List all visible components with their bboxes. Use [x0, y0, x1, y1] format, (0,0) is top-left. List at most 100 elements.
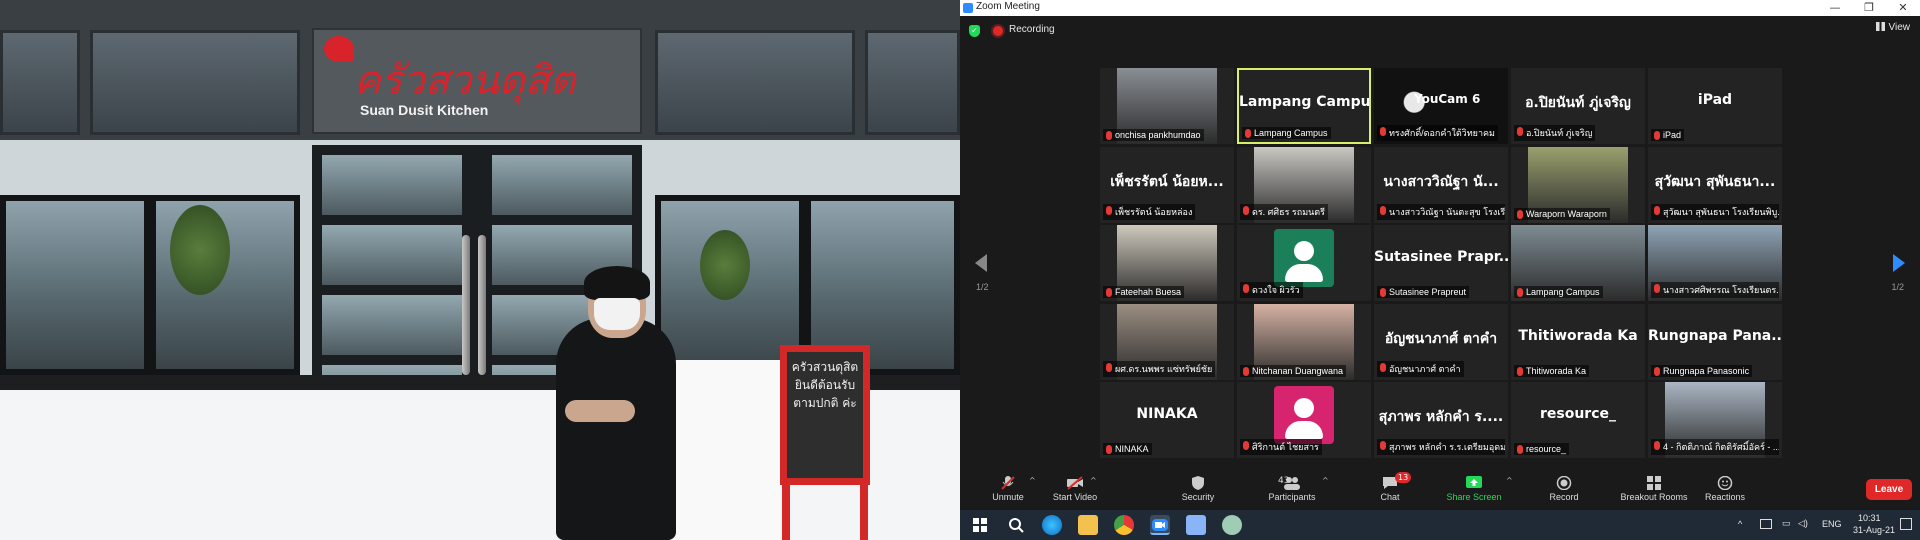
input-language[interactable]: ENG — [1822, 519, 1842, 529]
muted-mic-icon — [1517, 445, 1523, 454]
edge-browser-icon[interactable] — [1042, 515, 1062, 535]
participant-tile[interactable]: ผศ.ดร.นพพร แซ่ทรัพย์ชัย — [1100, 303, 1234, 380]
muted-mic-icon — [1654, 131, 1660, 140]
participant-label: onchisa pankhumdao — [1103, 129, 1204, 141]
share-screen-button[interactable]: Share Screen — [1444, 468, 1504, 508]
participant-name: Rungnapa Pana... — [1648, 327, 1782, 344]
participant-tile[interactable]: Nitchanan Duangwana — [1237, 303, 1371, 380]
muted-mic-icon — [1654, 205, 1660, 215]
close-button[interactable]: ✕ — [1886, 0, 1920, 16]
participant-tile[interactable]: สุภาพร หลักคำ ร.... สุภาพร หลักคำ ร.ร.เตร… — [1374, 382, 1508, 458]
record-button[interactable]: Record — [1544, 468, 1584, 508]
participant-tile[interactable]: Fateehah Buesa — [1100, 225, 1234, 301]
chat-unread-badge: 13 — [1395, 472, 1412, 483]
reactions-button[interactable]: Reactions — [1700, 468, 1750, 508]
start-video-button[interactable]: Start Video — [1040, 468, 1110, 508]
start-windows-icon[interactable] — [970, 515, 990, 535]
security-button[interactable]: Security — [1172, 468, 1224, 508]
muted-mic-icon — [1517, 127, 1523, 136]
participant-label: Rungnapa Panasonic — [1651, 364, 1753, 377]
participant-tile[interactable]: Waraporn Waraporn — [1511, 146, 1645, 223]
next-page-icon[interactable] — [1893, 254, 1905, 272]
file-explorer-icon[interactable] — [1078, 515, 1098, 535]
participant-label: ศิริกานต์ ไชยสาร — [1240, 439, 1322, 455]
participant-label: 4 - กิตติภาณ์ กิตติรัศมิ์อัคร์ - ... — [1651, 439, 1779, 455]
participant-name: สุวัฒนา สุพันธนา... — [1654, 173, 1776, 190]
unmute-button[interactable]: Unmute — [980, 468, 1036, 508]
participant-tile[interactable]: เพ็ชรรัตน์ น้อยห... เพ็ชรรัตน์ น้อยหล่อง — [1100, 146, 1234, 223]
participant-tile[interactable]: onchisa pankhumdao — [1100, 68, 1234, 144]
participant-tile[interactable]: ศิริกานต์ ไชยสาร — [1237, 382, 1371, 458]
audio-options-caret[interactable]: ^ — [1029, 476, 1036, 485]
muted-mic-icon — [1243, 441, 1249, 450]
participant-tile[interactable]: Lampang Campus — [1511, 225, 1645, 301]
participant-tile[interactable]: 4 - กิตติภาณ์ กิตติรัศมิ์อัคร์ - ... — [1648, 382, 1782, 458]
participant-tile[interactable]: นางสาววิณัฐา นั... นางสาววิณัฐา นันตะสุข … — [1374, 146, 1508, 223]
breakout-rooms-button[interactable]: Breakout Rooms — [1616, 468, 1692, 508]
muted-mic-icon — [1380, 127, 1386, 136]
muted-mic-icon — [1654, 284, 1660, 293]
title-bar: Zoom Meeting — ❐ ✕ — [960, 0, 1920, 16]
volume-icon[interactable]: ◁) — [1798, 518, 1808, 529]
encryption-shield-icon[interactable]: ✓ — [969, 25, 980, 37]
notifications-icon[interactable] — [1900, 518, 1912, 530]
share-options-caret[interactable]: ^ — [1506, 476, 1513, 485]
participant-tile[interactable]: iPad iPad — [1648, 68, 1782, 144]
muted-mic-icon — [1243, 366, 1249, 376]
recording-icon — [993, 26, 1003, 36]
clock-date[interactable]: 31-Aug-21 — [1853, 525, 1895, 535]
search-icon[interactable] — [1006, 515, 1026, 535]
front-window — [0, 195, 150, 375]
video-options-caret[interactable]: ^ — [1090, 476, 1097, 485]
front-window — [150, 195, 300, 375]
participant-tile[interactable]: Rungnapa Pana... Rungnapa Panasonic — [1648, 303, 1782, 380]
muted-mic-icon — [1517, 366, 1523, 376]
battery-icon[interactable]: ▭ — [1782, 518, 1791, 529]
participant-label: ดวงใจ ผิวรัว — [1240, 282, 1303, 298]
chalkboard-sign: ครัวสวนดุสิต ยินดีต้อนรับ ตามปกติ ค่ะ — [780, 345, 870, 540]
participant-tile[interactable]: สุวัฒนา สุพันธนา... สุวัฒนา สุพันธนา โรงเ… — [1648, 146, 1782, 223]
chrome-browser-icon[interactable] — [1114, 515, 1134, 535]
participant-label: NINAKA — [1103, 443, 1152, 455]
participants-button[interactable]: Participants — [1260, 468, 1324, 508]
security-shield-icon — [1190, 475, 1206, 490]
restore-button[interactable]: ❐ — [1852, 0, 1886, 16]
previous-page-icon[interactable] — [975, 254, 987, 272]
participant-label: อัญชนาภาศ์ ตาคำ — [1377, 360, 1464, 377]
participant-tile[interactable]: NINAKA NINAKA — [1100, 382, 1234, 458]
zoom-taskbar-icon[interactable] — [1150, 515, 1170, 535]
participant-tile[interactable]: อ.ปิยนันท์ ภู่เจริญ อ.ปิยนันท์ ภู่เจริญ — [1511, 68, 1645, 144]
participant-tile[interactable]: Thitiworada Ka Thitiworada Ka — [1511, 303, 1645, 380]
participant-tile[interactable]: นางสาวศศิพรรณ โรงเรียนตร... — [1648, 225, 1782, 301]
clock-time[interactable]: 10:31 — [1858, 513, 1881, 523]
leave-button[interactable]: Leave — [1866, 479, 1912, 500]
muted-mic-icon — [1106, 205, 1112, 215]
participant-tile[interactable]: ดวงใจ ผิวรัว — [1237, 225, 1371, 301]
view-button[interactable]: View — [1875, 22, 1910, 33]
meeting-topbar: ✓ Recording View — [960, 16, 1920, 46]
participant-tile[interactable]: Sutasinee Prapr... Sutasinee Prapreut — [1374, 225, 1508, 301]
participant-tile[interactable]: อัญชนาภาศ์ ตาคำ อัญชนาภาศ์ ตาคำ — [1374, 303, 1508, 380]
participant-tile[interactable]: Lampang Campus Lampang Campus — [1237, 68, 1371, 144]
windows-taskbar: ^ ▭ ◁) ENG 10:31 31-Aug-21 — [960, 510, 1920, 540]
network-icon[interactable] — [1760, 519, 1772, 529]
tray-overflow-caret[interactable]: ^ — [1738, 519, 1742, 529]
sign-english-text: Suan Dusit Kitchen — [360, 102, 489, 118]
participant-label: ดร. ศศิธร รถมนตรี — [1240, 203, 1328, 220]
video-off-icon — [1067, 475, 1083, 490]
participants-options-caret[interactable]: ^ — [1322, 476, 1329, 485]
participant-tile[interactable]: ดร. ศศิธร รถมนตรี — [1237, 146, 1371, 223]
page-indicator-right: 1/2 — [1891, 282, 1904, 292]
upper-window — [865, 30, 960, 135]
participant-name: อัญชนาภาศ์ ตาคำ — [1384, 330, 1498, 347]
participant-label: Fateehah Buesa — [1103, 286, 1185, 298]
default-avatar-icon — [1274, 229, 1334, 287]
chalkboard-text: ครัวสวนดุสิต ยินดีต้อนรับ ตามปกติ ค่ะ — [787, 352, 863, 478]
minimize-button[interactable]: — — [1818, 0, 1852, 16]
pinned-app-icon[interactable] — [1222, 515, 1242, 535]
participant-tile[interactable]: resource_ resource_ — [1511, 382, 1645, 458]
participant-label: Lampang Campus — [1242, 127, 1331, 139]
participant-label: เพ็ชรรัตน์ น้อยหล่อง — [1103, 203, 1196, 220]
notes-app-icon[interactable] — [1186, 515, 1206, 535]
participant-tile[interactable]: YouCam 6 ทรงศักดิ์/ดอกคำใต้วิทยาคม — [1374, 68, 1508, 144]
